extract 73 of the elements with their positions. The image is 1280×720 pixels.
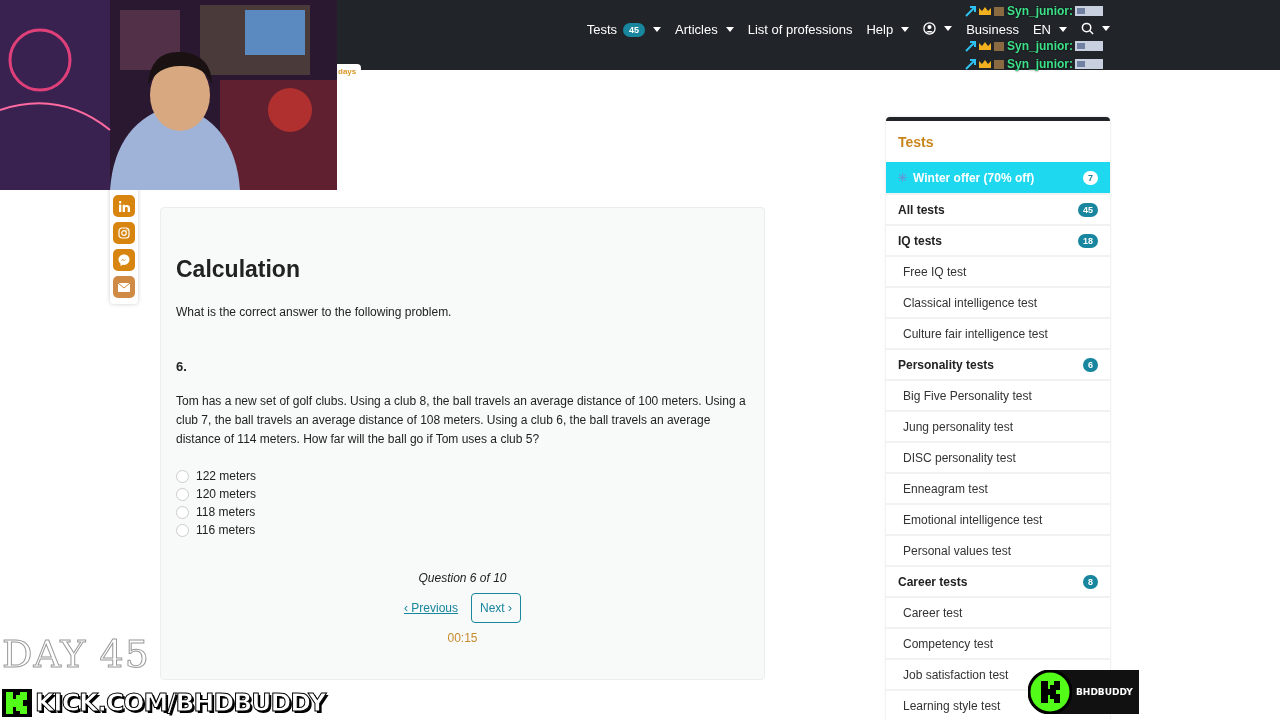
search-button[interactable]: [1081, 22, 1110, 35]
option-label[interactable]: 122 meters: [196, 469, 257, 483]
instagram-icon: [118, 227, 130, 239]
search-icon: [1081, 22, 1094, 35]
chat-username: Syn_junior:: [1007, 57, 1073, 71]
instruction-text: What is the correct answer to the following problem.: [176, 305, 453, 319]
test-link[interactable]: Classical intelligence test: [903, 295, 1038, 310]
sidebar-title: Tests: [897, 133, 935, 152]
nav-menu[interactable]: EN: [1032, 22, 1067, 37]
option-label[interactable]: 116 meters: [196, 523, 256, 537]
k-logo-icon: [2, 688, 32, 717]
question-number: 6.: [176, 359, 188, 374]
chat-badges-icon: [965, 40, 1005, 52]
messenger-share-button[interactable]: [113, 249, 135, 271]
account-menu[interactable]: [923, 22, 953, 35]
test-link[interactable]: Enneagram test: [903, 481, 988, 496]
envelope-icon: [118, 282, 130, 292]
radio-button[interactable]: [176, 469, 189, 483]
emote-icon: [1075, 59, 1103, 69]
count-badge: 45: [1078, 202, 1098, 217]
count-badge: 7: [1083, 170, 1098, 185]
test-link[interactable]: Emotional intelligence test: [903, 512, 1043, 527]
count-badge: 45: [623, 22, 646, 37]
test-link[interactable]: Jung personality test: [903, 419, 1014, 434]
messenger-icon: [118, 254, 130, 266]
instagram-share-button[interactable]: [113, 222, 135, 244]
next-button[interactable]: Next ›: [471, 593, 521, 623]
test-link[interactable]: Personal values test: [903, 543, 1012, 558]
count-badge: 8: [1083, 574, 1098, 589]
k-logo-icon: [1028, 670, 1072, 714]
linkedin-share-button[interactable]: [113, 195, 135, 217]
test-link[interactable]: Competency test: [903, 636, 994, 651]
category-link[interactable]: All tests 45: [886, 193, 1110, 224]
email-share-button[interactable]: [113, 276, 135, 298]
option-label[interactable]: 118 meters: [196, 505, 256, 519]
test-link[interactable]: Job satisfaction test: [903, 667, 1009, 682]
user-icon: [923, 22, 937, 35]
nav-menu[interactable]: Tests 45: [586, 22, 662, 37]
nav-menu[interactable]: List of professions: [747, 22, 853, 37]
test-link[interactable]: DISC personality test: [903, 450, 1016, 465]
category-link[interactable]: Personality tests 6: [886, 348, 1110, 379]
emote-icon: [1075, 6, 1103, 16]
question-text: Tom has a new set of golf clubs. Using a club 8, the ball travels an average distance of 100 meters. Using a club 7, the ball travels an average distance of 108 meters. Using a club 6, the ball travels an average distance of 114 meters. How far will the ball go if Tom uses a club 5?: [176, 393, 747, 448]
emote-icon: [1075, 41, 1103, 51]
quiz-title: Calculation: [176, 256, 301, 283]
category-link[interactable]: IQ tests 18: [886, 224, 1110, 255]
category-link[interactable]: Career tests 8: [886, 565, 1110, 596]
radio-button[interactable]: [176, 487, 189, 501]
chat-badges-icon: [965, 5, 1005, 17]
nav-menu[interactable]: Help: [866, 22, 910, 37]
test-link[interactable]: Learning style test: [903, 698, 1001, 713]
offer-link[interactable]: Winter offer (70% off) 7: [886, 162, 1110, 193]
timer: 00:15: [447, 631, 478, 645]
test-link[interactable]: Big Five Personality test: [903, 388, 1032, 403]
chat-username: Syn_junior:: [1007, 4, 1073, 18]
radio-button[interactable]: [176, 523, 189, 537]
test-link[interactable]: Career test: [903, 605, 963, 620]
snowflake-icon: [898, 172, 907, 182]
test-link[interactable]: Culture fair intelligence test: [903, 326, 1048, 341]
channel-name: BHDBUDDY: [1076, 687, 1133, 697]
count-badge: 18: [1078, 233, 1098, 248]
chat-username: Syn_junior:: [1007, 39, 1073, 53]
option-label[interactable]: 120 meters: [196, 487, 257, 501]
day-counter: DAY 45: [2, 632, 150, 676]
test-link[interactable]: Free IQ test: [903, 264, 967, 279]
nav-menu[interactable]: Articles: [675, 22, 734, 37]
linkedin-icon: [118, 200, 130, 212]
count-badge: 6: [1083, 357, 1098, 372]
nav-menu[interactable]: Business: [966, 22, 1019, 37]
radio-button[interactable]: [176, 505, 189, 519]
progress-text: Question 6 of 10: [418, 571, 507, 585]
previous-link[interactable]: ‹ Previous: [403, 601, 458, 615]
chat-badges-icon: [965, 58, 1005, 70]
